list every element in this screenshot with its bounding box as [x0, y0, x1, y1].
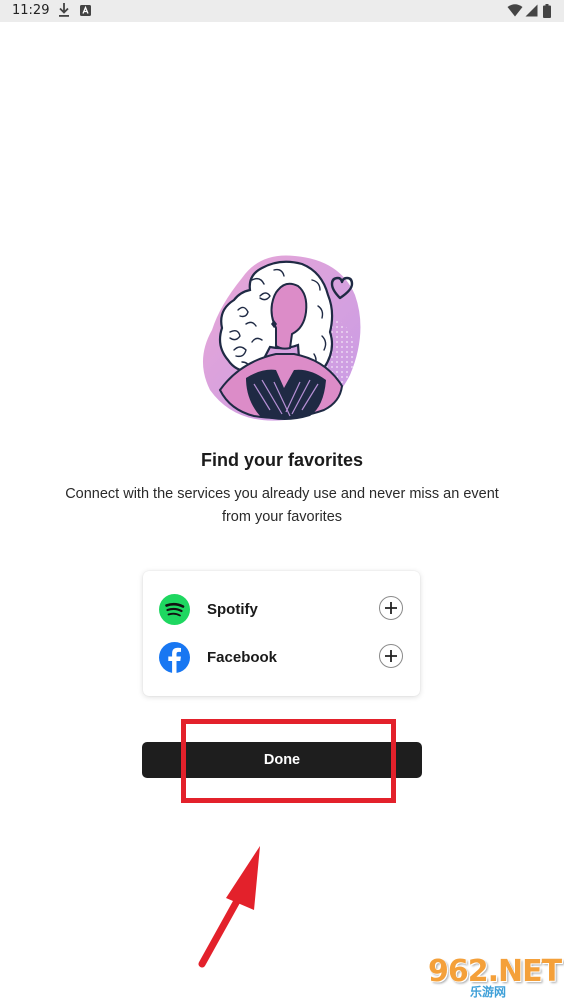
annotation-arrow-icon: [198, 846, 260, 968]
service-row-spotify[interactable]: Spotify: [143, 589, 420, 629]
app-notification-icon: [80, 5, 91, 16]
page-description: Connect with the services you already us…: [65, 486, 499, 525]
battery-icon: [543, 4, 551, 18]
annotation-highlight-box: [181, 719, 396, 803]
facebook-logo-icon: [159, 642, 190, 673]
add-facebook-button[interactable]: [379, 644, 403, 668]
service-row-facebook[interactable]: Facebook: [143, 637, 420, 677]
spotify-logo-icon: [159, 594, 190, 625]
status-time: 11:29: [12, 3, 50, 18]
plus-icon: [385, 602, 397, 614]
wifi-icon: [507, 4, 523, 17]
service-label-spotify: Spotify: [207, 601, 258, 618]
status-bar: 11:29: [0, 0, 564, 22]
woman-favorites-illustration: [202, 255, 361, 421]
service-label-facebook: Facebook: [207, 649, 278, 666]
services-card: Spotify Facebook: [143, 571, 420, 696]
plus-icon: [385, 650, 397, 662]
page-title: Find your favorites: [200, 450, 364, 470]
watermark-subtext: 乐游网: [470, 985, 507, 999]
add-spotify-button[interactable]: [379, 596, 403, 620]
download-icon: [59, 3, 69, 17]
cellular-signal-icon: [525, 4, 538, 17]
watermark-logo: 962.NET 乐游网: [424, 954, 562, 1000]
